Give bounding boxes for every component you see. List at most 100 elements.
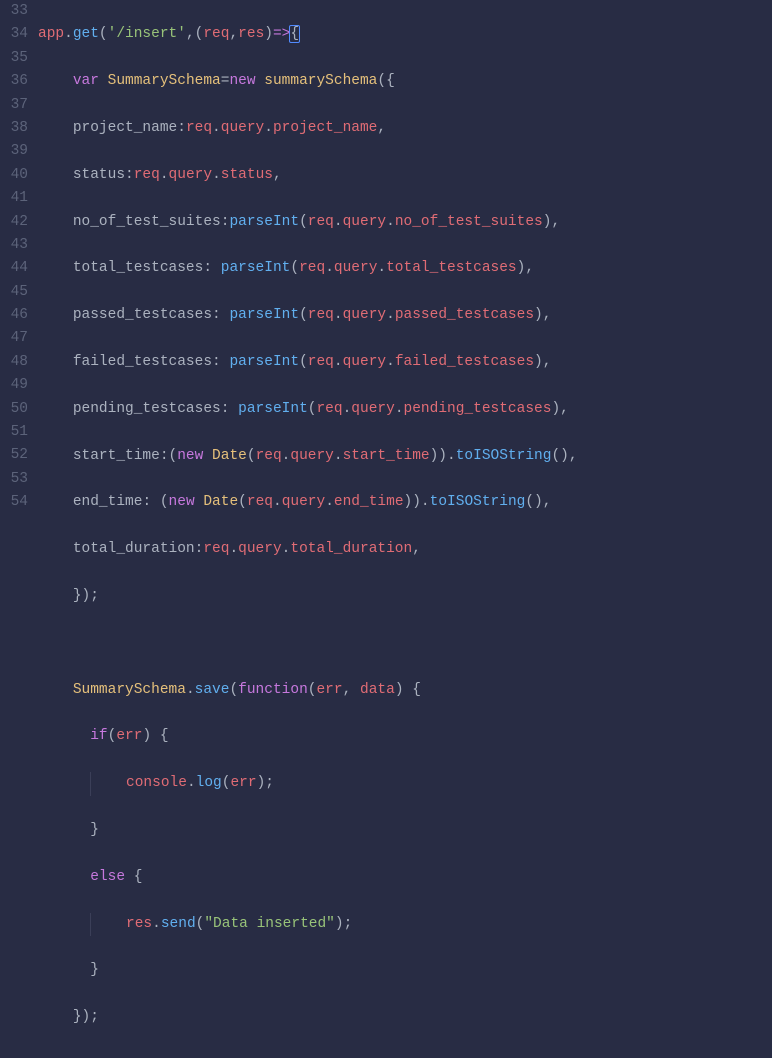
tok: req (308, 214, 334, 230)
tok: function (238, 682, 308, 698)
code-editor[interactable]: ▼ 33343536373839404142434445464748495051… (0, 0, 772, 529)
tok: status (221, 167, 273, 183)
tok: query (221, 120, 265, 136)
tok: new (229, 73, 255, 89)
code-line[interactable]: passed_testcases: parseInt(req.query.pas… (38, 304, 772, 327)
code-line[interactable]: status:req.query.status, (38, 164, 772, 187)
code-line[interactable]: var SummarySchema=new summarySchema({ (38, 70, 772, 93)
tok: . (64, 26, 73, 42)
line-number: 35 (0, 47, 28, 70)
tok: req (299, 260, 325, 276)
tok: query (343, 354, 387, 370)
code-line[interactable]: }); (38, 1006, 772, 1029)
tok: res (238, 26, 264, 42)
tok: start_time (73, 448, 160, 464)
tok: query (343, 214, 387, 230)
tok: new (169, 494, 195, 510)
tok: Date (203, 494, 238, 510)
tok: no_of_test_suites (395, 214, 543, 230)
line-number: 39 (0, 140, 28, 163)
code-line[interactable] (38, 632, 772, 655)
tok: query (343, 307, 387, 323)
code-line[interactable]: }); (38, 585, 772, 608)
line-number: 38 (0, 117, 28, 140)
tok: total_duration (73, 541, 195, 557)
tok: if (90, 728, 107, 744)
line-number: 45 (0, 281, 28, 304)
tok: SummarySchema (108, 73, 221, 89)
tok: data (360, 682, 395, 698)
code-line[interactable]: failed_testcases: parseInt(req.query.fai… (38, 351, 772, 374)
tok: end_time (73, 494, 143, 510)
code-line[interactable]: project_name:req.query.project_name, (38, 117, 772, 140)
tok: summarySchema (264, 73, 377, 89)
code-line[interactable]: total_testcases: parseInt(req.query.tota… (38, 257, 772, 280)
tok: '/insert' (108, 26, 186, 42)
code-line[interactable]: app.get('/insert',(req,res)=>{ (38, 23, 772, 46)
code-line[interactable]: res.send("Data inserted"); (38, 913, 772, 936)
tok: parseInt (221, 260, 291, 276)
tok: status (73, 167, 125, 183)
tok: else (90, 869, 125, 885)
tok: query (290, 448, 334, 464)
tok: send (161, 916, 196, 932)
line-number: 44 (0, 257, 28, 280)
tok: start_time (343, 448, 430, 464)
tok: err (116, 728, 142, 744)
tok: log (196, 775, 222, 791)
code-line[interactable]: } (38, 819, 772, 842)
tok: query (169, 167, 213, 183)
code-area[interactable]: app.get('/insert',(req,res)=>{ var Summa… (32, 0, 772, 529)
tok: req (256, 448, 282, 464)
tok: req (186, 120, 212, 136)
tok: parseInt (229, 307, 299, 323)
tok: pending_testcases (404, 401, 552, 417)
tok: total_duration (290, 541, 412, 557)
line-number: 43 (0, 234, 28, 257)
code-line[interactable]: pending_testcases: parseInt(req.query.pe… (38, 398, 772, 421)
tok: Date (212, 448, 247, 464)
line-number: 46 (0, 304, 28, 327)
tok: app (38, 26, 64, 42)
code-line[interactable]: total_duration:req.query.total_duration, (38, 538, 772, 561)
code-line[interactable]: start_time:(new Date(req.query.start_tim… (38, 445, 772, 468)
line-number: 34 (0, 23, 28, 46)
code-line[interactable]: } (38, 959, 772, 982)
tok: parseInt (229, 214, 299, 230)
tok: end_time (334, 494, 404, 510)
line-number: 36 (0, 70, 28, 93)
tok: req (203, 26, 229, 42)
tok: project_name (73, 120, 177, 136)
tok: err (316, 682, 342, 698)
gutter: ▼ 33343536373839404142434445464748495051… (0, 0, 32, 529)
tok: failed_testcases (73, 354, 212, 370)
line-number: 54 (0, 491, 28, 514)
tok: query (351, 401, 395, 417)
line-number: 50 (0, 398, 28, 421)
line-number: 48 (0, 351, 28, 374)
tok: req (247, 494, 273, 510)
tok: req (308, 354, 334, 370)
tok: parseInt (229, 354, 299, 370)
code-line[interactable]: end_time: (new Date(req.query.end_time))… (38, 491, 772, 514)
code-line[interactable]: console.log(err); (38, 772, 772, 795)
line-number: 40 (0, 164, 28, 187)
tok: failed_testcases (395, 354, 534, 370)
line-number: 33 (0, 0, 28, 23)
line-number: 47 (0, 327, 28, 350)
tok: parseInt (238, 401, 308, 417)
code-line[interactable]: no_of_test_suites:parseInt(req.query.no_… (38, 211, 772, 234)
tok: req (203, 541, 229, 557)
tok: var (73, 73, 99, 89)
tok: query (334, 260, 378, 276)
code-line[interactable]: if(err) { (38, 725, 772, 748)
line-number: 51 (0, 421, 28, 444)
tok: no_of_test_suites (73, 214, 221, 230)
code-line[interactable]: SummarySchema.save(function(err, data) { (38, 679, 772, 702)
tok: query (238, 541, 282, 557)
tok: passed_testcases (395, 307, 534, 323)
code-line[interactable]: else { (38, 866, 772, 889)
tok: query (282, 494, 326, 510)
tok: pending_testcases (73, 401, 221, 417)
tok: total_testcases (73, 260, 204, 276)
